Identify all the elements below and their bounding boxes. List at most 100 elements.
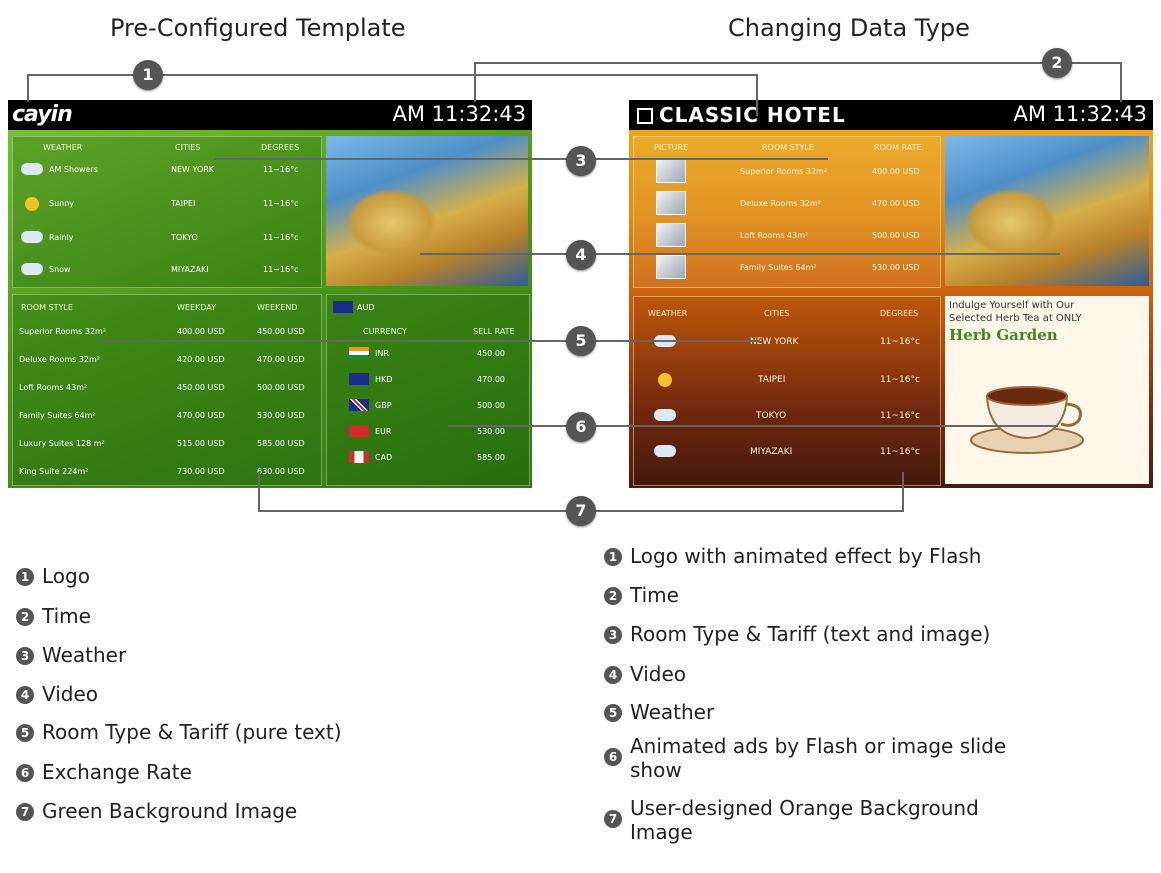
callout-5-line: [100, 340, 760, 342]
rate-cell: 450.00: [477, 349, 505, 358]
legend-right-item-1: 1 Logo with animated effect by Flash: [604, 544, 981, 568]
room-style-cell: Family Suites 64m²: [19, 411, 96, 420]
aud-flag-icon: [333, 301, 353, 313]
legend-left-item-1: 1 Logo: [16, 564, 90, 588]
room-style-header: ROOM STYLE: [762, 143, 814, 152]
herb-tea-ad: Indulge Yourself with Our Selected Herb …: [945, 296, 1149, 484]
legend-right-item-4: 4 Video: [604, 662, 686, 686]
right-weather-box: WEATHER CITIES DEGREES NEW YORK 11~16°c …: [633, 296, 941, 486]
hotel-logo: CLASSIC HOTEL: [637, 103, 846, 127]
room-style-header: ROOM STYLE: [21, 303, 73, 312]
currency-cell: CAD: [375, 453, 393, 462]
room-style-cell: Deluxe Rooms 32m²: [19, 355, 100, 364]
city-cell: MIYAZAKI: [750, 447, 793, 457]
cities-header: CITIES: [175, 143, 201, 152]
eur-flag-icon: [349, 425, 369, 437]
rate-cell: 500.00: [477, 401, 505, 410]
weekday-cell: 450.00 USD: [177, 383, 225, 392]
callout-2-line: [1120, 62, 1122, 102]
snow-icon: [654, 445, 676, 457]
ad-line-1: Indulge Yourself with Our: [949, 300, 1075, 311]
weather-cell: Snow: [49, 265, 71, 274]
legend-right-item-5: 5 Weather: [604, 700, 714, 724]
weather-cell: AM Showers: [49, 165, 98, 174]
weekend-cell: 530.00 USD: [257, 411, 305, 420]
callout-1-badge: 1: [133, 60, 163, 90]
ad-title: Herb Garden: [949, 326, 1058, 344]
legend-left-item-3: 3 Weather: [16, 643, 126, 667]
degrees-cell: 11~16°c: [263, 233, 299, 242]
sell-rate-header: SELL RATE: [473, 327, 515, 336]
weekend-cell: 500.00 USD: [257, 383, 305, 392]
legend-left-item-5: 5 Room Type & Tariff (pure text): [16, 720, 342, 744]
cloud-rain-icon: [654, 409, 676, 421]
legend-left-item-2: 2 Time: [16, 604, 91, 628]
weekend-header: WEEKEND: [257, 303, 298, 312]
room-thumbnail: [656, 191, 686, 215]
degrees-cell: 11~16°c: [263, 199, 299, 208]
callout-3-badge: 3: [566, 146, 596, 176]
legend-right-item-2: 2 Time: [604, 583, 679, 607]
callout-6-badge: 6: [566, 412, 596, 442]
weekday-cell: 730.00 USD: [177, 467, 225, 476]
cayin-logo: cayin: [12, 102, 73, 127]
right-top-bar: CLASSIC HOTEL AM 11:32:43: [629, 100, 1153, 130]
room-style-cell: Loft Rooms 43m²: [19, 383, 88, 392]
inr-flag-icon: [349, 347, 369, 359]
callout-7-line: [902, 472, 904, 512]
callout-1-line: [27, 74, 147, 76]
callout-1-line: [27, 74, 29, 102]
city-cell: NEW YORK: [750, 337, 799, 347]
callout-3-line: [214, 158, 828, 160]
room-thumbnail: [656, 255, 686, 279]
hkd-flag-icon: [349, 373, 369, 385]
city-cell: NEW YORK: [171, 165, 215, 174]
room-style-cell: Superior Rooms 32m²: [740, 167, 828, 176]
legend-left-item-4: 4 Video: [16, 682, 98, 706]
degrees-cell: 11~16°c: [880, 337, 920, 347]
cloud-rain-icon: [21, 163, 43, 175]
weather-cell: Rainly: [49, 233, 74, 242]
hotel-logo-icon: [637, 108, 653, 124]
exchange-base: AUD: [357, 303, 375, 312]
currency-cell: HKD: [375, 375, 393, 384]
hotel-logo-text: CLASSIC HOTEL: [659, 103, 846, 127]
legend-right-item-7: 7 User-designed Orange Background Image: [604, 796, 1154, 846]
room-style-cell: Superior Rooms 32m²: [19, 327, 107, 336]
callout-2-line: [474, 62, 476, 102]
weekday-cell: 515.00 USD: [177, 439, 225, 448]
left-time: AM 11:32:43: [392, 102, 526, 126]
legend-right-item-6: 6 Animated ads by Flash or image slide s…: [604, 734, 1154, 784]
legend-left-item-7: 7 Green Background Image: [16, 799, 297, 823]
degrees-cell: 11~16°c: [880, 447, 920, 457]
city-cell: MIYAZAKI: [171, 265, 209, 274]
ad-line-2: Selected Herb Tea at ONLY: [949, 313, 1082, 324]
room-rate-cell: 400.00 USD: [872, 167, 920, 176]
room-rate-cell: 470.00 USD: [872, 199, 920, 208]
sun-icon: [658, 373, 672, 387]
callout-2-badge: 2: [1042, 48, 1072, 78]
teacup-icon: [970, 386, 1084, 454]
rate-cell: 470.00: [477, 375, 505, 384]
weekday-cell: 420.00 USD: [177, 355, 225, 364]
city-cell: TOKYO: [171, 233, 198, 242]
room-thumbnail: [656, 223, 686, 247]
legend-left-item-6: 6 Exchange Rate: [16, 760, 192, 784]
room-rate-cell: 530.00 USD: [872, 263, 920, 272]
degrees-cell: 11~16°c: [263, 265, 299, 274]
city-cell: TAIPEI: [758, 375, 786, 385]
city-cell: TOKYO: [756, 411, 787, 421]
callout-6-line: [448, 425, 1058, 427]
picture-header: PICTURE: [654, 143, 689, 152]
callout-1-line: [756, 74, 758, 116]
callout-5-badge: 5: [566, 326, 596, 356]
callout-4-badge: 4: [566, 240, 596, 270]
weekend-cell: 585.00 USD: [257, 439, 305, 448]
currency-header: CURRENCY: [363, 327, 407, 336]
degrees-header: DEGREES: [880, 309, 919, 318]
right-video-area: [945, 136, 1149, 286]
room-style-cell: King Suite 224m²: [19, 467, 89, 476]
weekday-cell: 470.00 USD: [177, 411, 225, 420]
cities-header: CITIES: [764, 309, 790, 318]
right-heading: Changing Data Type: [728, 14, 970, 42]
